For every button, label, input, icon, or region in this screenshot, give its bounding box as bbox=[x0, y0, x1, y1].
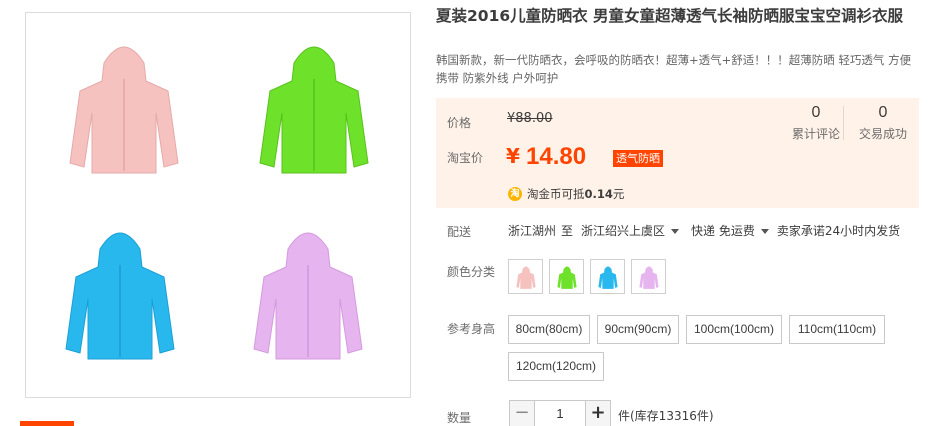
taobao-price-label: 淘宝价 bbox=[447, 151, 484, 165]
green-jacket-image bbox=[259, 46, 369, 174]
ship-method: 快递 免运费 bbox=[691, 224, 755, 238]
reviews-label: 累计评论 bbox=[791, 127, 840, 141]
blue-jacket-icon bbox=[598, 266, 618, 289]
purple-jacket-image bbox=[253, 232, 363, 360]
green-jacket-icon bbox=[557, 266, 577, 289]
color-swatch-green[interactable] bbox=[549, 259, 584, 294]
color-swatch-blue[interactable] bbox=[590, 259, 625, 294]
original-price: ¥88.00 bbox=[507, 111, 553, 126]
shipping-label: 配送 bbox=[447, 225, 472, 239]
jacket-shape bbox=[69, 46, 179, 174]
product-title: 夏装2016儿童防晒衣 男童女童超薄透气长袖防晒服宝宝空调衫衣服 bbox=[436, 7, 904, 25]
reviews-count: 0 bbox=[811, 104, 821, 121]
thumbnail-selected[interactable] bbox=[20, 421, 74, 426]
coin-text-prefix: 淘金币可抵 bbox=[527, 187, 585, 201]
product-main-image[interactable] bbox=[25, 12, 411, 398]
sales-count: 0 bbox=[878, 104, 888, 121]
coin-unit: 元 bbox=[612, 187, 625, 201]
ship-from: 浙江湖州 bbox=[508, 224, 557, 238]
ship-promise: 卖家承诺24小时内发货 bbox=[776, 224, 901, 238]
shipping-row: 浙江湖州 至 浙江绍兴上虞区 快递 免运费 卖家承诺24小时内发货 bbox=[508, 222, 900, 239]
coin-discount: 淘 淘金币可抵 0.14 元 bbox=[508, 186, 624, 202]
chevron-down-icon bbox=[760, 229, 769, 234]
size-label: 参考身高 bbox=[447, 322, 496, 336]
ship-destination: 浙江绍兴上虞区 bbox=[581, 224, 666, 238]
blue-jacket-image bbox=[65, 232, 175, 360]
size-option-120[interactable]: 120cm(120cm) bbox=[508, 352, 604, 381]
ship-method-select[interactable]: 快递 免运费 bbox=[691, 222, 777, 239]
sales-label: 交易成功 bbox=[858, 127, 907, 141]
color-label: 颜色分类 bbox=[447, 265, 496, 279]
promo-tag: 透气防晒 bbox=[613, 150, 663, 167]
size-option-100[interactable]: 100cm(100cm) bbox=[686, 315, 782, 344]
size-option-110[interactable]: 110cm(110cm) bbox=[789, 315, 885, 344]
currency-symbol: ¥ bbox=[506, 144, 520, 168]
sales-stat[interactable]: 0 交易成功 bbox=[854, 104, 912, 142]
pink-jacket-image bbox=[69, 46, 179, 174]
purple-jacket-icon bbox=[639, 266, 659, 289]
quantity-label: 数量 bbox=[447, 411, 472, 425]
color-swatch-purple[interactable] bbox=[631, 259, 666, 294]
price-panel: 价格 ¥88.00 淘宝价 ¥ 14.80 透气防晒 0 累计评论 0 交易成功… bbox=[436, 98, 919, 208]
original-price-label: 价格 bbox=[447, 116, 472, 130]
coin-amount: 0.14 bbox=[584, 187, 613, 201]
quantity-increase-button[interactable]: + bbox=[585, 400, 611, 426]
pink-jacket-icon bbox=[516, 266, 536, 289]
product-subtitle: 韩国新款，新一代防晒衣，会呼吸的防晒衣！超薄+透气+舒适！！！超薄防晒 轻巧透气… bbox=[436, 53, 912, 85]
ship-destination-select[interactable]: 浙江绍兴上虞区 bbox=[581, 222, 687, 239]
stock-count: 件(库存13316件) bbox=[618, 409, 714, 423]
color-swatch-pink[interactable] bbox=[508, 259, 543, 294]
quantity-decrease-button[interactable]: − bbox=[509, 400, 535, 426]
reviews-stat[interactable]: 0 累计评论 bbox=[788, 104, 844, 142]
current-price: 14.80 bbox=[526, 143, 587, 170]
ship-to-word: 至 bbox=[561, 224, 574, 238]
quantity-input[interactable]: 1 bbox=[535, 400, 585, 426]
chevron-down-icon bbox=[671, 229, 680, 234]
stat-divider bbox=[843, 106, 844, 140]
size-option-90[interactable]: 90cm(90cm) bbox=[597, 315, 679, 344]
size-option-80[interactable]: 80cm(80cm) bbox=[508, 315, 590, 344]
taobao-coin-icon: 淘 bbox=[508, 187, 522, 201]
